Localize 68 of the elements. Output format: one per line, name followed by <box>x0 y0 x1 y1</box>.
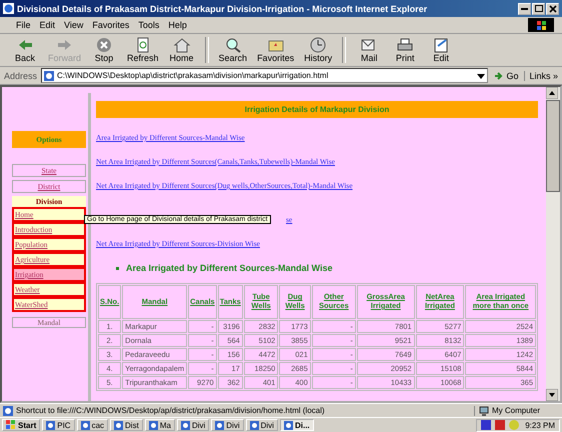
window-title: Divisional Details of Prakasam District-Markapur Division-Irrigation - Microsoft Internet Explorer <box>17 4 428 14</box>
printer-icon <box>396 37 414 53</box>
app-icon <box>46 420 56 430</box>
app-icon <box>180 420 190 430</box>
minimize-icon <box>521 8 528 10</box>
toolbar-button[interactable]: Search <box>214 36 252 64</box>
menu-item[interactable]: File <box>16 20 31 30</box>
address-label: Address <box>4 70 38 80</box>
app-icon <box>215 420 224 430</box>
toolbar-button[interactable]: Mail <box>352 36 386 64</box>
app-icon <box>284 420 293 430</box>
app-icon <box>148 420 158 430</box>
menu-item[interactable]: View <box>64 20 84 30</box>
toolbar-button[interactable]: Refresh <box>123 36 163 64</box>
toolbar-button[interactable]: Back <box>8 36 42 64</box>
address-field[interactable]: C:\WINDOWS\Desktop\ap\district\prakasam\division\markapur\irrigation.html <box>41 68 488 83</box>
minimize-button[interactable] <box>518 2 531 14</box>
menu-item[interactable]: Favorites <box>92 20 130 30</box>
go-button[interactable]: Go <box>492 70 520 80</box>
go-arrow-icon <box>494 70 504 80</box>
toolbar-button[interactable]: Favorites <box>253 36 298 64</box>
menu-item[interactable]: Edit <box>40 20 56 30</box>
page-icon <box>44 70 54 80</box>
windows-logo-icon <box>528 18 554 32</box>
taskbar-button[interactable]: Divi <box>246 419 278 431</box>
toolbar-button[interactable]: Home <box>164 36 199 64</box>
section-title: Area Irrigated by Different Sources-Mandal Wise <box>126 263 332 273</box>
start-button[interactable]: Start <box>2 419 40 431</box>
links-button[interactable]: Links » <box>524 70 558 80</box>
computer-icon <box>479 406 489 416</box>
restore-icon <box>534 5 542 12</box>
menu-item[interactable]: Tools <box>138 20 160 30</box>
home-icon <box>172 37 191 53</box>
taskbar-button[interactable]: Divi <box>211 419 244 431</box>
toolbar-button[interactable]: Edit <box>424 36 458 64</box>
app-icon <box>250 420 259 430</box>
scrollbar-thumb[interactable] <box>546 100 560 192</box>
zone-label: My Computer <box>492 406 540 415</box>
menu-item[interactable]: Help <box>168 20 187 30</box>
forward-arrow-icon <box>56 37 74 53</box>
taskbar-button[interactable]: Dist <box>110 419 143 431</box>
bullet-icon <box>116 266 119 270</box>
status-text: Shortcut to file:///C:/WINDOWS/Desktop/ap/district/prakasam/division/home.html (local) <box>16 406 325 415</box>
toolbar-button[interactable]: Stop <box>87 36 122 64</box>
taskbar-button[interactable]: Di... <box>280 419 314 431</box>
clock: 9:23 PM <box>525 420 555 430</box>
toolbar-button[interactable]: Print <box>388 36 422 64</box>
taskbar-button[interactable]: PIC <box>42 419 75 431</box>
taskbar-button[interactable]: cac <box>76 419 108 431</box>
close-icon <box>548 4 556 12</box>
browser-icon <box>3 3 14 14</box>
taskbar-button[interactable]: Ma <box>144 419 175 431</box>
history-icon <box>309 37 328 53</box>
scroll-up-icon <box>546 87 558 99</box>
toolbar-button[interactable]: History <box>300 36 336 64</box>
scroll-down-icon <box>546 389 558 401</box>
search-icon <box>224 37 242 53</box>
restore-button[interactable] <box>532 2 545 14</box>
dropdown-arrow-icon <box>477 72 486 80</box>
windows-logo-icon <box>6 420 16 430</box>
app-icon <box>80 420 90 430</box>
stop-icon <box>95 37 114 53</box>
app-icon <box>114 420 124 430</box>
close-button[interactable] <box>546 2 559 14</box>
notepad-icon <box>432 37 450 53</box>
taskbar-button[interactable]: Divi <box>176 419 210 431</box>
scrollbar[interactable] <box>546 87 560 401</box>
page-header: Irrigation Details of Markapur Division <box>96 101 538 118</box>
